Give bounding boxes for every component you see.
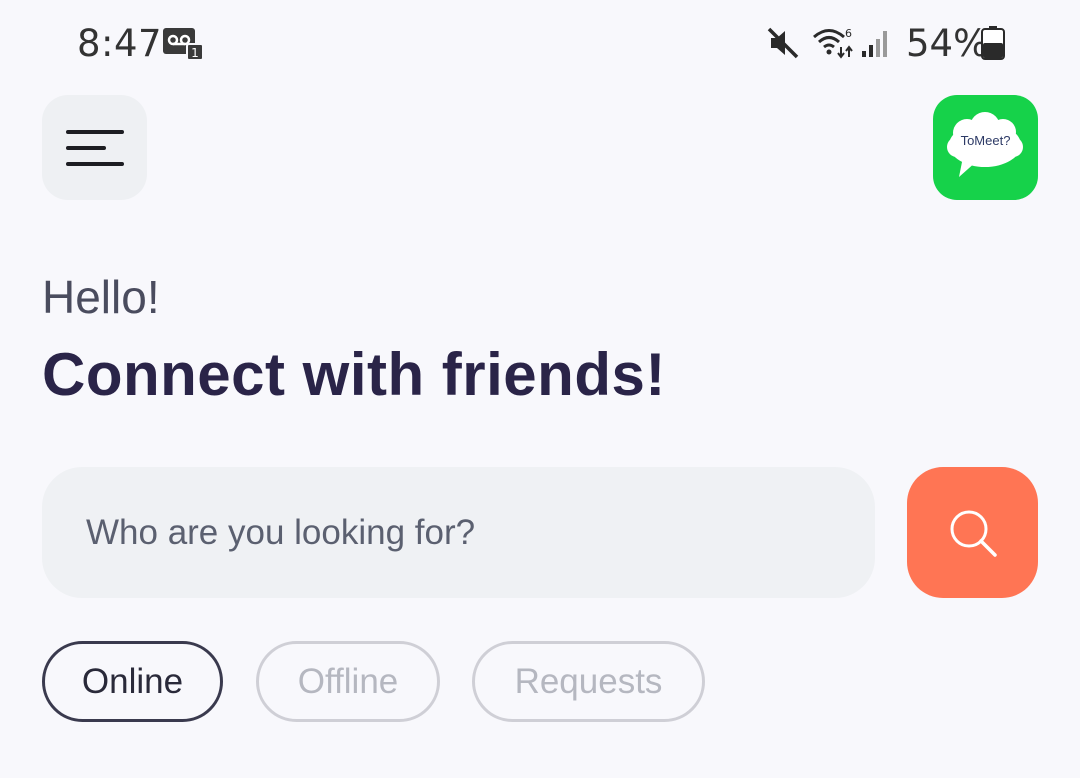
battery-percentage: 54%: [906, 22, 989, 65]
tab-requests[interactable]: Requests: [472, 641, 705, 722]
svg-text:6: 6: [845, 27, 852, 40]
page-title: Connect with friends!: [42, 341, 666, 408]
status-bar: 8:47 1 6 54%: [0, 0, 1080, 86]
wifi-icon: 6: [813, 27, 853, 59]
search-button[interactable]: [907, 467, 1038, 598]
signal-icon: [862, 31, 887, 57]
search-icon: [950, 510, 997, 557]
tab-requests-label: Requests: [514, 661, 663, 701]
app-logo-text: ToMeet?: [960, 133, 1011, 148]
app-logo[interactable]: ToMeet?: [933, 95, 1038, 200]
greeting-text: Hello!: [42, 271, 160, 323]
tab-offline[interactable]: Offline: [256, 641, 440, 722]
search-input[interactable]: [84, 467, 844, 598]
mute-icon: [767, 27, 799, 59]
search-box: [42, 467, 875, 598]
hamburger-menu-icon: [66, 130, 124, 134]
tab-offline-label: Offline: [297, 661, 399, 701]
voicemail-icon: 1: [163, 28, 203, 60]
menu-line-short: [66, 146, 106, 150]
tab-online-label: Online: [81, 661, 184, 701]
menu-button[interactable]: [42, 95, 147, 200]
menu-line-bottom: [66, 162, 124, 166]
svg-text:1: 1: [191, 46, 199, 60]
status-time: 8:47: [77, 22, 163, 65]
battery-icon: [981, 26, 1005, 60]
tab-online[interactable]: Online: [42, 641, 223, 722]
